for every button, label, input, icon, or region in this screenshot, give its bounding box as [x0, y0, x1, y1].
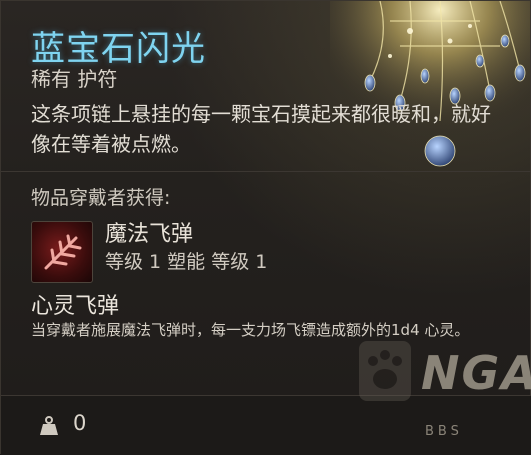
- ability-name: 心灵飞弹: [31, 294, 120, 319]
- item-description: 这条项链上悬挂的每一颗宝石摸起来都很暖和，就好像在等着被点燃。: [31, 102, 491, 156]
- watermark-subtext: BBS: [425, 424, 463, 439]
- weight-icon: [38, 415, 60, 437]
- wearer-gains-label: 物品穿戴者获得:: [31, 187, 171, 209]
- magic-missile-icon[interactable]: [31, 221, 93, 283]
- item-rarity-type: 稀有 护符: [31, 67, 118, 91]
- spell-level: 等级 1 塑能 等级 1: [105, 251, 268, 273]
- weight-value: 0: [73, 411, 87, 435]
- spell-name[interactable]: 魔法飞弹: [105, 216, 193, 248]
- item-tooltip: 蓝宝石闪光 稀有 护符 这条项链上悬挂的每一颗宝石摸起来都很暖和，就好像在等着被…: [0, 0, 531, 455]
- watermark-text: NGA: [421, 346, 531, 400]
- divider: [1, 171, 531, 172]
